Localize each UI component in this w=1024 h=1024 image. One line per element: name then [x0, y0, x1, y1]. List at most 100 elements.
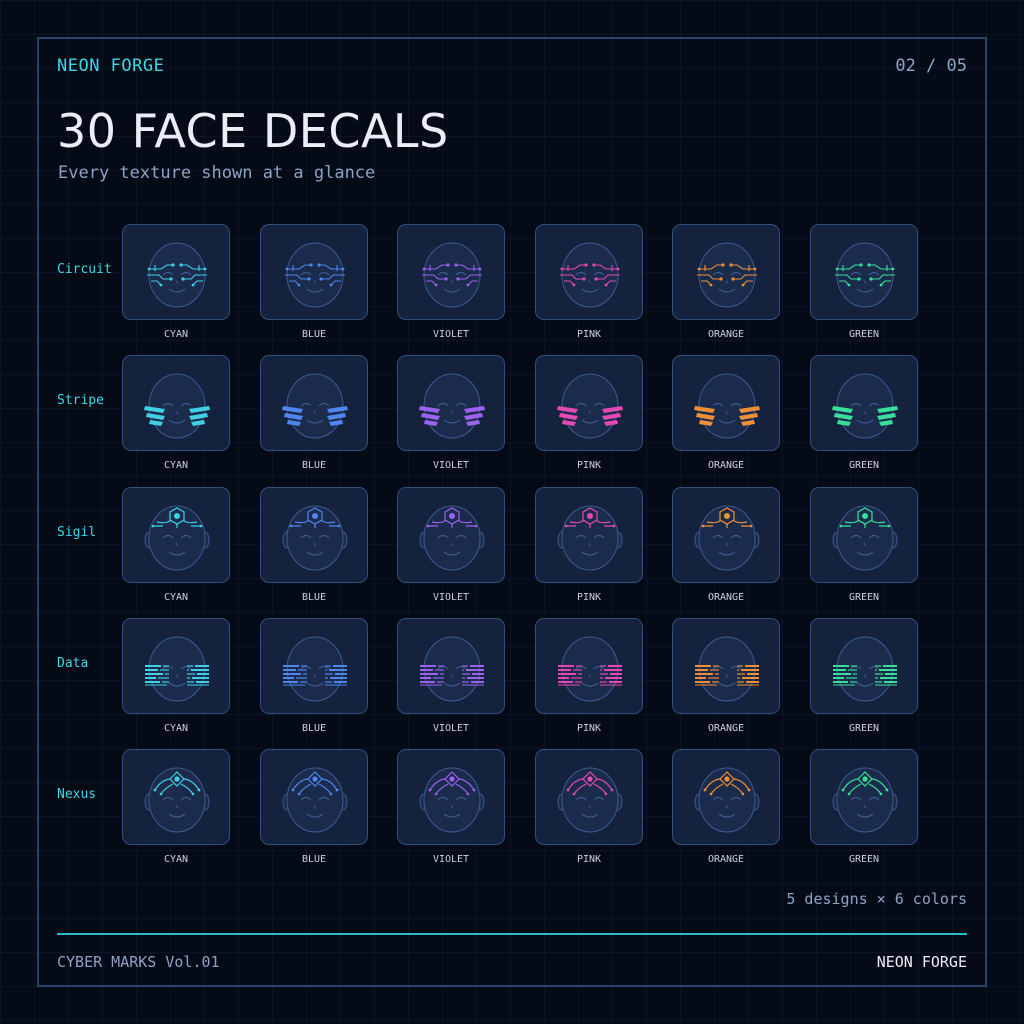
circuit-face-icon	[285, 242, 345, 308]
tile-color-label: GREEN	[848, 329, 880, 340]
decal-tile-circuit-pink[interactable]	[535, 224, 643, 320]
tile-color-label: CYAN	[163, 723, 189, 734]
decal-tile-sigil-blue[interactable]	[260, 487, 368, 583]
data-face-icon	[145, 636, 209, 702]
decal-tile-circuit-green[interactable]	[810, 224, 918, 320]
stripe-face-icon	[282, 373, 348, 439]
tile-color-label: CYAN	[163, 460, 189, 471]
decal-tile-circuit-violet[interactable]	[397, 224, 505, 320]
decal-tile-circuit-orange[interactable]	[672, 224, 780, 320]
sigil-face-icon	[144, 505, 210, 571]
data-face-icon	[558, 636, 622, 702]
tile-color-label: VIOLET	[432, 723, 470, 734]
decal-tile-data-pink[interactable]	[535, 618, 643, 714]
tile-color-label: CYAN	[163, 329, 189, 340]
tile-color-label: BLUE	[301, 854, 327, 865]
tile-color-label: ORANGE	[707, 592, 745, 603]
row-label-nexus: Nexus	[57, 787, 97, 802]
row-label-sigil: Sigil	[57, 525, 97, 540]
footer-brand: NEON FORGE	[876, 953, 967, 971]
tile-color-label: ORANGE	[707, 723, 745, 734]
decal-tile-data-cyan[interactable]	[122, 618, 230, 714]
tile-color-label: GREEN	[848, 854, 880, 865]
decal-tile-data-blue[interactable]	[260, 618, 368, 714]
nexus-face-icon	[832, 767, 898, 833]
data-face-icon	[695, 636, 759, 702]
row-label-circuit: Circuit	[57, 262, 112, 277]
decal-tile-stripe-orange[interactable]	[672, 355, 780, 451]
stripe-face-icon	[694, 373, 760, 439]
decal-tile-stripe-blue[interactable]	[260, 355, 368, 451]
stripe-face-icon	[419, 373, 485, 439]
tile-color-label: BLUE	[301, 592, 327, 603]
tile-color-label: VIOLET	[432, 329, 470, 340]
tile-color-label: VIOLET	[432, 854, 470, 865]
tile-color-label: GREEN	[848, 723, 880, 734]
sigil-face-icon	[557, 505, 623, 571]
decal-tile-nexus-blue[interactable]	[260, 749, 368, 845]
data-face-icon	[833, 636, 897, 702]
decal-tile-circuit-cyan[interactable]	[122, 224, 230, 320]
data-face-icon	[283, 636, 347, 702]
row-label-stripe: Stripe	[57, 393, 104, 408]
decal-tile-sigil-orange[interactable]	[672, 487, 780, 583]
decal-tile-stripe-green[interactable]	[810, 355, 918, 451]
summary-text: 5 designs × 6 colors	[786, 890, 967, 908]
tile-color-label: ORANGE	[707, 329, 745, 340]
sigil-face-icon	[832, 505, 898, 571]
decal-tile-circuit-blue[interactable]	[260, 224, 368, 320]
decal-tile-nexus-green[interactable]	[810, 749, 918, 845]
tile-color-label: PINK	[576, 460, 602, 471]
decal-tile-data-orange[interactable]	[672, 618, 780, 714]
circuit-face-icon	[835, 242, 895, 308]
tile-color-label: BLUE	[301, 723, 327, 734]
data-face-icon	[420, 636, 484, 702]
decal-tile-stripe-violet[interactable]	[397, 355, 505, 451]
page-title: 30 FACE DECALS	[57, 104, 449, 158]
footer-series: CYBER MARKS Vol.01	[57, 953, 220, 971]
nexus-face-icon	[144, 767, 210, 833]
circuit-face-icon	[147, 242, 207, 308]
circuit-face-icon	[560, 242, 620, 308]
tile-color-label: ORANGE	[707, 460, 745, 471]
tile-color-label: PINK	[576, 723, 602, 734]
tile-color-label: ORANGE	[707, 854, 745, 865]
decal-tile-sigil-green[interactable]	[810, 487, 918, 583]
stripe-face-icon	[144, 373, 210, 439]
decal-tile-stripe-cyan[interactable]	[122, 355, 230, 451]
row-label-data: Data	[57, 656, 89, 671]
tile-color-label: PINK	[576, 854, 602, 865]
tile-color-label: BLUE	[301, 329, 327, 340]
tile-color-label: GREEN	[848, 592, 880, 603]
circuit-face-icon	[422, 242, 482, 308]
circuit-face-icon	[697, 242, 757, 308]
decal-tile-sigil-cyan[interactable]	[122, 487, 230, 583]
decal-tile-stripe-pink[interactable]	[535, 355, 643, 451]
decal-tile-nexus-cyan[interactable]	[122, 749, 230, 845]
sigil-face-icon	[419, 505, 485, 571]
sigil-face-icon	[694, 505, 760, 571]
footer-divider	[57, 933, 967, 935]
decal-tile-data-green[interactable]	[810, 618, 918, 714]
sigil-face-icon	[282, 505, 348, 571]
tile-color-label: VIOLET	[432, 592, 470, 603]
nexus-face-icon	[694, 767, 760, 833]
decal-tile-nexus-violet[interactable]	[397, 749, 505, 845]
tile-color-label: CYAN	[163, 592, 189, 603]
tile-color-label: BLUE	[301, 460, 327, 471]
decal-tile-data-violet[interactable]	[397, 618, 505, 714]
decal-tile-nexus-pink[interactable]	[535, 749, 643, 845]
stripe-face-icon	[832, 373, 898, 439]
page-counter: 02 / 05	[895, 56, 967, 76]
decal-tile-sigil-pink[interactable]	[535, 487, 643, 583]
nexus-face-icon	[419, 767, 485, 833]
decal-tile-sigil-violet[interactable]	[397, 487, 505, 583]
page-subtitle: Every texture shown at a glance	[58, 163, 376, 183]
tile-color-label: PINK	[576, 592, 602, 603]
brand-name: NEON FORGE	[57, 56, 165, 76]
tile-color-label: VIOLET	[432, 460, 470, 471]
nexus-face-icon	[557, 767, 623, 833]
decal-tile-nexus-orange[interactable]	[672, 749, 780, 845]
tile-color-label: PINK	[576, 329, 602, 340]
stripe-face-icon	[557, 373, 623, 439]
